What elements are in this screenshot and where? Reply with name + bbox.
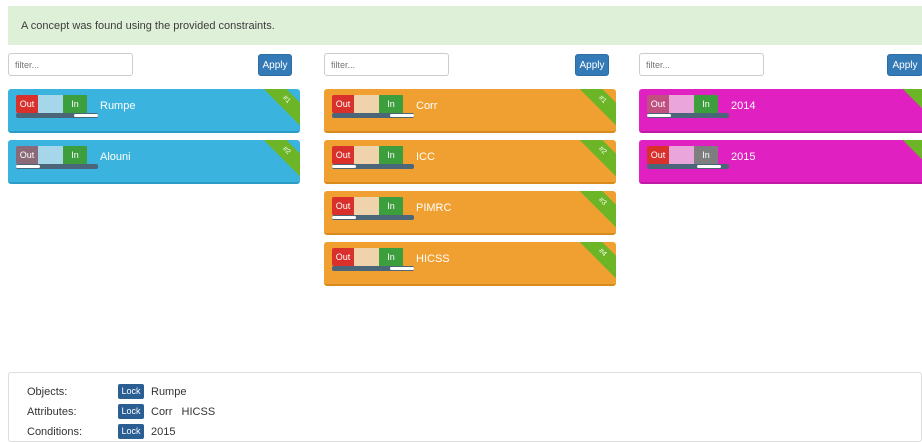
attributes-lock-button[interactable]: Lock	[118, 404, 144, 419]
toggle-out-button[interactable]: Out	[647, 95, 669, 113]
toggle-in-button[interactable]: In	[379, 95, 403, 113]
attributes-apply-button[interactable]: Apply	[575, 54, 609, 76]
toggle-slider-knob[interactable]	[647, 114, 671, 117]
objects-key: Objects:	[27, 386, 68, 398]
rank-ribbon: #2	[576, 140, 616, 177]
toggle-out-button[interactable]: Out	[16, 95, 38, 113]
toggle-slider-knob[interactable]	[697, 165, 721, 168]
toggle-out-button[interactable]: Out	[647, 146, 669, 164]
in-out-toggle[interactable]: Out In	[647, 146, 729, 169]
condition-card-2015[interactable]: Out In 2015 #2	[639, 140, 922, 184]
rank-ribbon: #1	[260, 89, 300, 126]
card-label: PIMRC	[416, 202, 452, 214]
toggle-out-button[interactable]: Out	[332, 197, 354, 215]
in-out-toggle[interactable]: Out In	[332, 95, 414, 118]
toggle-slider-knob[interactable]	[74, 114, 98, 117]
card-label: 2015	[731, 151, 756, 163]
status-alert: A concept was found using the provided c…	[8, 6, 922, 45]
rank-ribbon: #1	[576, 89, 616, 126]
toggle-in-button[interactable]: In	[63, 95, 87, 113]
rank-ribbon: #4	[576, 242, 616, 279]
card-label: Rumpe	[100, 100, 136, 112]
toggle-slider-knob[interactable]	[332, 165, 356, 168]
in-out-toggle[interactable]: Out In	[16, 95, 98, 118]
toggle-slider-knob[interactable]	[332, 216, 356, 219]
toggle-in-button[interactable]: In	[379, 146, 403, 164]
toggle-in-button[interactable]: In	[694, 146, 718, 164]
card-label: HICSS	[416, 253, 450, 265]
objects-value: Rumpe	[151, 386, 187, 398]
toggle-in-button[interactable]: In	[63, 146, 87, 164]
attributes-key: Attributes:	[27, 406, 77, 418]
card-label: Alouni	[100, 151, 131, 163]
in-out-toggle[interactable]: Out In	[332, 248, 414, 271]
toggle-slider-knob[interactable]	[390, 114, 414, 117]
toggle-out-button[interactable]: Out	[332, 95, 354, 113]
toggle-out-button[interactable]: Out	[332, 146, 354, 164]
toggle-in-button[interactable]: In	[694, 95, 718, 113]
attribute-card-corr[interactable]: Out In Corr #1	[324, 89, 616, 133]
object-card-rumpe[interactable]: Out In Rumpe #1	[8, 89, 300, 133]
toggle-in-button[interactable]: In	[379, 248, 403, 266]
toggle-out-button[interactable]: Out	[332, 248, 354, 266]
attribute-card-hicss[interactable]: Out In HICSS #4	[324, 242, 616, 286]
objects-apply-button[interactable]: Apply	[258, 54, 292, 76]
attribute-card-icc[interactable]: Out In ICC #2	[324, 140, 616, 184]
toggle-out-button[interactable]: Out	[16, 146, 38, 164]
objects-lock-button[interactable]: Lock	[118, 384, 144, 399]
toggle-slider-knob[interactable]	[16, 165, 40, 168]
conditions-filter-input[interactable]	[639, 53, 764, 76]
conditions-value: 2015	[151, 426, 176, 438]
object-card-alouni[interactable]: Out In Alouni #2	[8, 140, 300, 184]
toggle-in-button[interactable]: In	[379, 197, 403, 215]
concept-summary-panel: Objects: Lock Rumpe Attributes: Lock Cor…	[8, 372, 922, 442]
in-out-toggle[interactable]: Out In	[16, 146, 98, 169]
rank-ribbon: #2	[260, 140, 300, 177]
attributes-value: Corr HICSS	[151, 406, 216, 418]
attribute-card-pimrc[interactable]: Out In PIMRC #3	[324, 191, 616, 235]
in-out-toggle[interactable]: Out In	[647, 95, 729, 118]
rank-ribbon: #3	[576, 191, 616, 228]
attributes-filter-input[interactable]	[324, 53, 449, 76]
in-out-toggle[interactable]: Out In	[332, 197, 414, 220]
card-label: Corr	[416, 100, 438, 112]
card-label: ICC	[416, 151, 435, 163]
rank-ribbon: #1	[899, 89, 922, 126]
conditions-key: Conditions:	[27, 426, 83, 438]
toggle-slider-knob[interactable]	[390, 267, 414, 270]
conditions-lock-button[interactable]: Lock	[118, 424, 144, 439]
card-label: 2014	[731, 100, 756, 112]
conditions-apply-button[interactable]: Apply	[887, 54, 922, 76]
condition-card-2014[interactable]: Out In 2014 #1	[639, 89, 922, 133]
rank-ribbon: #2	[899, 140, 922, 177]
in-out-toggle[interactable]: Out In	[332, 146, 414, 169]
objects-filter-input[interactable]	[8, 53, 133, 76]
